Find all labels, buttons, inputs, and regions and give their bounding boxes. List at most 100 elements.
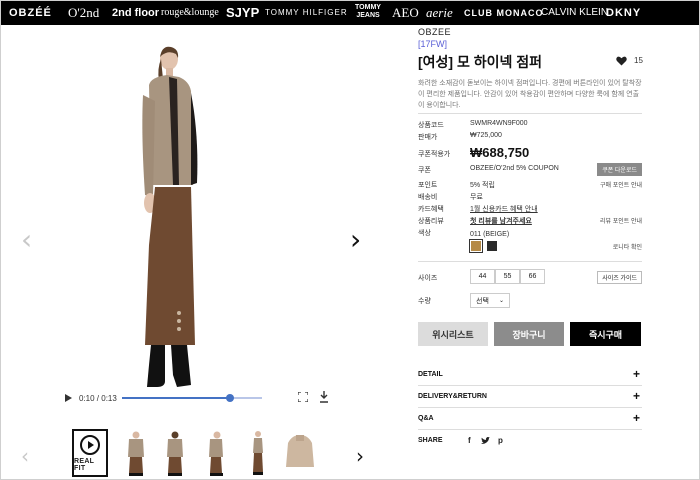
realfit-label: REAL FIT (74, 457, 95, 472)
info-label: 카드혜택 (418, 206, 444, 213)
video-time: 0:10 / 0:13 (79, 393, 117, 403)
info-label: 포인트 (418, 182, 438, 189)
fullscreen-icon[interactable] (298, 392, 308, 402)
info-value: 011 (BEIGE) (470, 231, 510, 238)
color-swatch-black[interactable] (487, 241, 497, 251)
coupon-download-button[interactable]: 쿠폰 다운로드 (597, 163, 642, 176)
info-label: 쿠폰 (418, 167, 431, 174)
thumbnail-strip: ‹ REAL FIT › (1, 425, 401, 480)
thumbnail-image-3[interactable] (198, 429, 234, 477)
brand-link-tommy-jeans[interactable]: TOMMY JEANS (351, 4, 385, 20)
prev-image-arrow-icon[interactable]: ‹ (21, 226, 32, 254)
thumbnail-image-5[interactable] (282, 429, 318, 477)
brand-link-sjyp[interactable]: SJYP (226, 5, 259, 21)
info-label: 색상 (418, 230, 431, 237)
thumb-next-arrow-icon[interactable]: › (356, 442, 364, 470)
quantity-select[interactable]: 선택 ⌄ (470, 293, 510, 308)
play-circle-icon (80, 434, 100, 455)
thumbnail-image-4[interactable] (240, 429, 276, 477)
add-to-cart-button[interactable]: 장바구니 (494, 322, 564, 346)
accordion-delivery-return[interactable]: DELIVERY&RETURN + (418, 387, 642, 408)
color-swatch-beige[interactable] (469, 239, 483, 253)
pinterest-icon[interactable]: p (498, 436, 503, 445)
brand-link-rouge-lounge[interactable]: rouge&lounge (161, 5, 219, 21)
play-icon[interactable] (65, 394, 72, 402)
product-brand[interactable]: OBZEE (418, 27, 451, 37)
product-model-image (142, 46, 198, 387)
brand-link-aeo[interactable]: AEO (392, 5, 419, 21)
info-row-coupon-price: 쿠폰적용가 ₩688,750 (418, 145, 642, 160)
brand-link-o2nd[interactable]: O'2nd (68, 5, 99, 21)
product-description: 화려한 소재감이 돋보이는 하이넥 점퍼입니다. 경편에 버튼라인이 있어 탈착… (418, 80, 642, 109)
plus-icon: + (632, 411, 640, 425)
thumbnail-realfit-video[interactable]: REAL FIT (72, 429, 108, 477)
brand-link-2nd-floor[interactable]: 2nd floor (112, 5, 159, 21)
review-points-info-link[interactable]: 리뷰 포인트 안내 (600, 216, 642, 225)
chevron-down-icon: ⌄ (498, 297, 504, 304)
thumbnail-image-1[interactable] (118, 429, 154, 477)
product-viewer: ‹ › 0:10 / 0:13 ‹ REAL FIT › (1, 25, 401, 480)
brand-bar: OBZÉÉ O'2nd 2nd floor rouge&lounge SJYP … (1, 1, 699, 25)
size-guide-button[interactable]: 사이즈 가이드 (597, 271, 642, 284)
card-benefit-link[interactable]: 1월 신용카드 혜택 안내 (470, 204, 538, 214)
accordion-label: Q&A (418, 415, 434, 422)
size-option-66[interactable]: 66 (520, 269, 545, 284)
brand-link-dkny[interactable]: DKNY (606, 5, 641, 21)
next-image-arrow-icon[interactable]: › (350, 226, 361, 254)
color-swatches: 로니타 확인 (418, 239, 642, 253)
video-progress-handle[interactable] (225, 394, 234, 402)
divider (418, 261, 642, 262)
buy-now-button[interactable]: 즉시구매 (570, 322, 641, 346)
brand-link-tommy-hilfiger[interactable]: TOMMY HILFIGER (265, 5, 348, 21)
size-label: 사이즈 (418, 275, 438, 282)
size-option-44[interactable]: 44 (470, 269, 495, 284)
brand-link-calvin-klein[interactable]: CALVIN KLEIN (541, 5, 608, 21)
info-value: ₩725,000 (470, 132, 502, 139)
info-value: OBZEE/O'2nd 5% COUPON (470, 165, 559, 172)
info-row-review: 상품리뷰 첫 리뷰를 남겨주세요 리뷰 포인트 안내 (418, 215, 642, 226)
plus-icon: + (632, 389, 640, 403)
quantity-selected: 선택 (476, 297, 489, 305)
write-review-link[interactable]: 첫 리뷰를 남겨주세요 (470, 216, 532, 226)
info-row-sale-price: 판매가 ₩725,000 (418, 131, 642, 142)
accordion-qna[interactable]: Q&A + (418, 409, 642, 430)
info-label: 상품코드 (418, 122, 444, 129)
info-row-coupon: 쿠폰 OBZEE/O'2nd 5% COUPON 쿠폰 다운로드 (418, 163, 642, 176)
color-check-link[interactable]: 로니타 확인 (613, 242, 642, 251)
download-icon[interactable] (319, 391, 329, 403)
wishlist-button[interactable]: 위시리스트 (418, 322, 488, 346)
product-title: [여성] 모 하이넥 점퍼 (418, 54, 543, 70)
purchase-points-info-link[interactable]: 구매 포인트 안내 (600, 180, 642, 189)
coupon-price: ₩688,750 (470, 145, 530, 160)
twitter-icon[interactable] (481, 437, 490, 445)
info-row-points: 포인트 5% 적립 구매 포인트 안내 (418, 179, 642, 190)
brand-link-obzee[interactable]: OBZÉÉ (9, 5, 52, 21)
divider (418, 113, 642, 114)
heart-icon[interactable] (616, 56, 627, 66)
facebook-icon[interactable]: f (468, 436, 471, 445)
accordion-label: DELIVERY&RETURN (418, 393, 487, 400)
info-value: 무료 (470, 194, 483, 201)
accordion-detail[interactable]: DETAIL + (418, 365, 642, 386)
brand-link-club-monaco[interactable]: CLUB MONACO (464, 5, 544, 21)
video-progress-bar[interactable] (122, 394, 262, 402)
like-count: 15 (634, 56, 643, 65)
brand-link-aerie[interactable]: aerie (426, 5, 453, 21)
thumbnail-image-2[interactable] (157, 429, 193, 477)
info-value: 5% 적립 (470, 182, 495, 189)
info-value: SWMR4WN9F000 (470, 120, 528, 127)
video-progress-fill (122, 397, 230, 399)
info-row-product-code: 상품코드 SWMR4WN9F000 (418, 119, 642, 130)
share-row: SHARE f p (418, 435, 642, 449)
plus-icon: + (632, 367, 640, 381)
info-row-card-benefit: 카드혜택 1월 신용카드 혜택 안내 (418, 203, 642, 214)
info-label: 쿠폰적용가 (418, 151, 451, 158)
share-label: SHARE (418, 437, 443, 444)
info-label: 판매가 (418, 134, 438, 141)
info-row-shipping: 배송비 무료 (418, 191, 642, 202)
thumb-prev-arrow-icon[interactable]: ‹ (21, 442, 29, 470)
product-season: [17FW] (418, 39, 448, 49)
quantity-label: 수량 (418, 298, 431, 305)
info-label: 배송비 (418, 194, 438, 201)
size-option-55[interactable]: 55 (495, 269, 520, 284)
